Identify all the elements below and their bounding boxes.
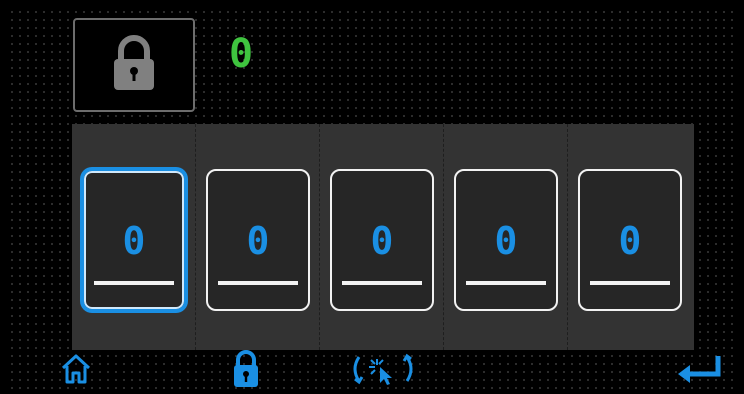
digit-value: 0 <box>246 219 270 263</box>
digit-column-2: 0 <box>196 124 320 350</box>
digit-underline <box>342 281 422 285</box>
digit-column-4: 0 <box>444 124 568 350</box>
digit-underline <box>590 281 670 285</box>
lock-icon <box>111 34 157 96</box>
digit-selector-2[interactable]: 0 <box>206 169 310 311</box>
lock-status-box[interactable] <box>73 18 195 112</box>
gesture-button[interactable] <box>346 350 420 392</box>
digit-value: 0 <box>618 219 642 263</box>
digit-underline <box>218 281 298 285</box>
digit-column-5: 0 <box>568 124 692 350</box>
digit-value: 0 <box>494 219 518 263</box>
home-icon <box>59 352 93 390</box>
enter-button[interactable] <box>676 350 724 392</box>
digit-selector-1[interactable]: 0 <box>82 169 186 311</box>
digit-value: 0 <box>370 219 394 263</box>
digit-underline <box>94 281 174 285</box>
digit-column-1: 0 <box>72 124 196 350</box>
lock-icon <box>232 349 260 393</box>
digit-selector-4[interactable]: 0 <box>454 169 558 311</box>
digit-underline <box>466 281 546 285</box>
code-display: 0 <box>229 31 254 77</box>
enter-icon <box>676 354 724 388</box>
digit-selector-3[interactable]: 0 <box>330 169 434 311</box>
digit-selector-5[interactable]: 0 <box>578 169 682 311</box>
gesture-icon <box>347 351 419 391</box>
home-button[interactable] <box>56 350 96 392</box>
digit-column-3: 0 <box>320 124 444 350</box>
digit-value: 0 <box>122 219 146 263</box>
lock-button[interactable] <box>228 350 264 392</box>
